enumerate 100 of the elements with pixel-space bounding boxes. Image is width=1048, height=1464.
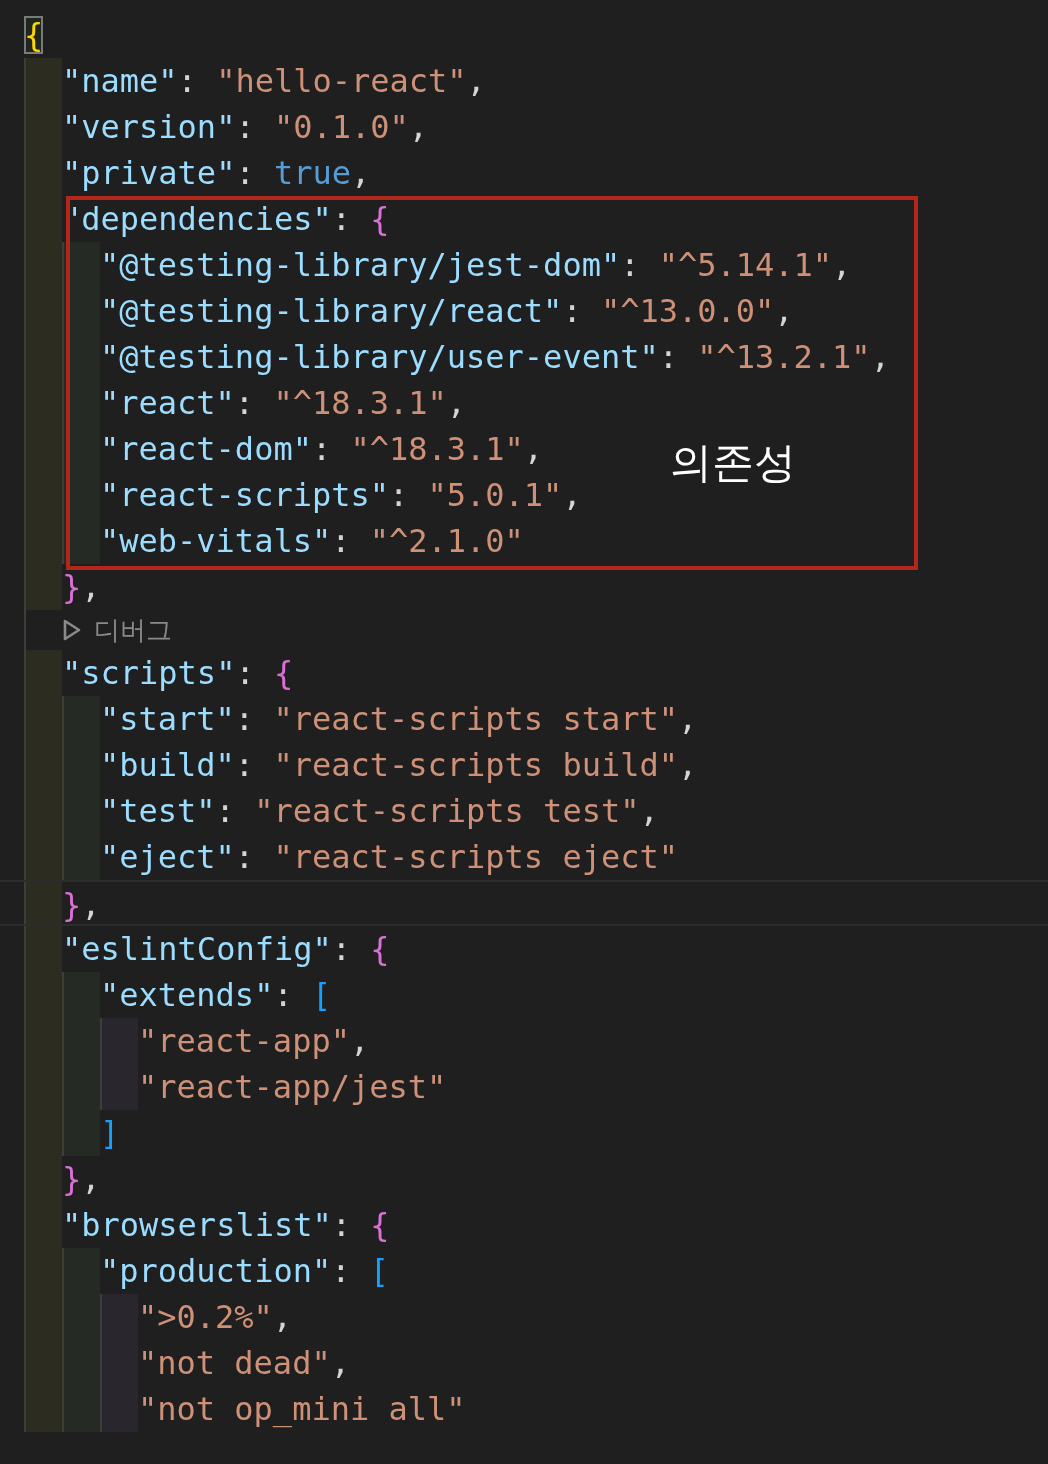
json-key: "start" [100, 700, 235, 738]
annotation-label: 의존성 [670, 437, 796, 489]
punctuation: , [832, 246, 852, 284]
punctuation: : [273, 976, 294, 1014]
bracket: } [62, 886, 82, 924]
json-string: "react-app" [138, 1022, 350, 1060]
punctuation: : [331, 200, 352, 238]
punctuation: , [330, 1344, 350, 1382]
punctuation: : [331, 1206, 352, 1244]
json-string: "not dead" [138, 1344, 331, 1382]
json-key: "scripts" [62, 654, 236, 692]
punctuation: , [466, 62, 486, 100]
bracket: { [370, 200, 390, 238]
json-string: "react-scripts eject" [273, 838, 678, 876]
punctuation: , [774, 292, 794, 330]
json-key: "web-vitals" [100, 522, 332, 560]
punctuation: , [677, 700, 698, 738]
indent-guide [62, 1386, 100, 1432]
indent-guide [100, 1018, 138, 1064]
json-key: "version" [62, 108, 236, 146]
json-key: "react-scripts" [100, 476, 389, 514]
indent-guide [100, 1386, 138, 1432]
indent-guide [62, 1110, 100, 1156]
punctuation: , [677, 746, 698, 784]
json-string: "react-scripts test" [254, 792, 640, 830]
punctuation: , [639, 792, 659, 830]
punctuation: , [870, 338, 890, 376]
indent-guide [62, 696, 100, 742]
debug-codelens[interactable]: 디버그 [62, 610, 172, 650]
punctuation: : [331, 522, 352, 560]
json-key: "react-dom" [100, 430, 312, 468]
punctuation: : [331, 930, 352, 968]
json-string: "^5.14.1" [658, 246, 833, 284]
json-key: "@testing-library/user-event" [100, 338, 659, 376]
bracket: { [370, 1206, 390, 1244]
bracket: { [24, 16, 44, 54]
indent-guide [62, 972, 100, 1018]
punctuation: , [523, 430, 544, 468]
punctuation: , [272, 1298, 293, 1336]
indent-guide [24, 1386, 62, 1432]
json-string: "^13.0.0" [600, 292, 775, 330]
punctuation: , [446, 384, 467, 422]
punctuation: : [234, 384, 256, 422]
json-string: ">0.2%" [138, 1298, 273, 1336]
json-string: "react-scripts start" [273, 700, 678, 738]
json-key: "react" [100, 384, 235, 422]
json-key: "private" [62, 154, 236, 192]
json-string: "react-scripts build" [273, 746, 678, 784]
punctuation: : [235, 108, 256, 146]
bracket: { [370, 930, 390, 968]
json-string: "^2.1.0" [369, 522, 524, 560]
json-key: "name" [62, 62, 178, 100]
punctuation: , [408, 108, 429, 146]
punctuation: : [389, 476, 410, 514]
json-key: "@testing-library/react" [100, 292, 563, 330]
indent-guide [100, 1064, 138, 1110]
indent-guide [24, 58, 62, 104]
json-key: "production" [100, 1252, 332, 1290]
punctuation: , [349, 1022, 370, 1060]
indent-guide [24, 650, 62, 696]
indent-guide [62, 1248, 100, 1294]
punctuation: , [81, 1160, 101, 1198]
json-key: "eslintConfig" [62, 930, 332, 968]
indent-guide [100, 1294, 138, 1340]
punctuation: : [234, 700, 256, 738]
bracket: [ [311, 976, 332, 1014]
json-key: "eject" [100, 838, 235, 876]
json-string: "react-app/jest" [138, 1068, 447, 1106]
punctuation: : [215, 792, 236, 830]
play-icon [62, 618, 82, 642]
punctuation: : [331, 1252, 352, 1290]
json-string: "0.1.0" [273, 108, 409, 146]
bracket: { [273, 654, 294, 692]
punctuation: : [620, 246, 641, 284]
bracket: } [62, 1160, 82, 1198]
json-key: "extends" [100, 976, 274, 1014]
bracket: ] [100, 1114, 120, 1152]
punctuation: , [351, 154, 371, 192]
punctuation: : [311, 430, 333, 468]
punctuation: : [562, 292, 583, 330]
punctuation: : [235, 654, 256, 692]
json-string: "not op_mini all" [138, 1390, 466, 1428]
json-string: "^13.2.1" [697, 338, 871, 376]
json-key: "build" [100, 746, 235, 784]
boolean-value: true [273, 154, 351, 192]
json-string: "5.0.1" [427, 476, 563, 514]
punctuation: , [562, 476, 582, 514]
punctuation: , [81, 568, 101, 606]
json-key: "test" [100, 792, 216, 830]
bracket: } [62, 568, 82, 606]
json-string: "^18.3.1" [350, 430, 524, 468]
json-key: "browserslist" [62, 1206, 332, 1244]
json-key: "@testing-library/jest-dom" [100, 246, 621, 284]
punctuation: : [177, 62, 198, 100]
punctuation: : [658, 338, 679, 376]
punctuation: : [234, 838, 256, 876]
json-key: "dependencies" [62, 200, 332, 238]
punctuation: : [235, 154, 256, 192]
punctuation: , [81, 886, 101, 924]
indent-guide [24, 564, 62, 610]
